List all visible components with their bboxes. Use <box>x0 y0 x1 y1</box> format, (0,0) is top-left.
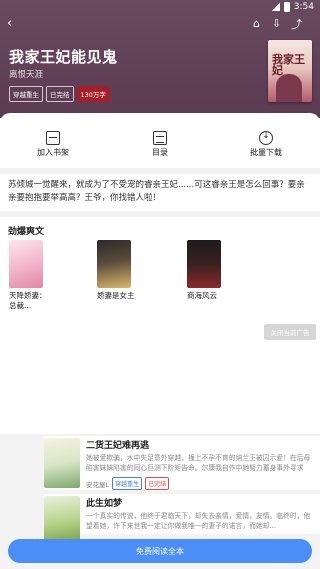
home-icon[interactable]: ⌂ <box>250 17 263 30</box>
add-to-shelf-button[interactable]: 加入书架 <box>18 131 88 158</box>
list-item-meta: 安花屋L 穿越重生 已完结 <box>86 477 170 490</box>
recommend-section-title: 劲爆爽文 <box>8 227 45 237</box>
list-item-desc: 她被爱欺骗，水中失足意外穿越，撞上不孕不育的纳兰王被囚示爱！在后母陷害妹妹陷害的… <box>86 454 311 472</box>
recommend-cover <box>97 240 131 288</box>
catalog-button[interactable]: 目录 <box>125 131 195 158</box>
batch-download-label: 批量下载 <box>250 148 282 157</box>
ad-area <box>0 345 320 437</box>
list-item-tag: 穿越重生 <box>112 477 143 490</box>
catalog-label: 目录 <box>152 148 168 157</box>
share-icon[interactable]: ⤴ <box>290 17 303 31</box>
cover-title-art: 我家王妃 <box>272 53 305 77</box>
recommend-book-2[interactable]: 娇妻是女主 <box>97 240 137 301</box>
recommend-cover <box>187 240 221 288</box>
recommend-book-3[interactable]: 商海风云 <box>187 240 239 301</box>
recommend-book-1[interactable]: 天降娇妻：总裁... <box>9 240 49 311</box>
bookshelf-icon <box>46 131 60 145</box>
action-bar: 加入书架 目录 批量下载 <box>0 131 320 163</box>
tag-wordcount: 130万字 <box>76 86 110 102</box>
signal-icon <box>270 3 280 11</box>
book-author[interactable]: 离恨天涯 <box>9 68 43 80</box>
book-title: 我家王妃能见鬼 <box>9 48 118 66</box>
list-item-cover <box>44 438 80 488</box>
batch-download-button[interactable]: 批量下载 <box>231 131 301 158</box>
list-item[interactable]: 二货王妃难再逃 她被爱欺骗，水中失足意外穿越，撞上不孕不育的纳兰王被囚示爱！在后… <box>44 436 320 490</box>
tag-category[interactable]: 穿越重生 <box>9 86 43 102</box>
recommend-name: 天降娇妻：总裁... <box>9 291 47 310</box>
card-top <box>0 113 320 125</box>
battery-icon <box>283 2 290 12</box>
book-intro[interactable]: 苏倾城一觉醒来，就成为了不受宠的睿亲王妃......可这睿亲王是怎么回事？要亲亲… <box>8 179 312 205</box>
list-item[interactable]: 此生如梦 一个真实的传说，他终于君临天下，却失去亲情，爱情，友情。临终时，他望着… <box>44 494 320 546</box>
list-item-author: 安花屋L <box>86 480 110 489</box>
status-time: 3:54 <box>293 2 314 12</box>
free-read-button[interactable]: 免费阅读全本 <box>8 539 312 563</box>
cloud-download-icon <box>259 131 273 145</box>
book-tags: 穿越重生 已完结 130万字 <box>9 86 110 102</box>
download-icon[interactable]: ⇩ <box>270 17 283 30</box>
recommend-name: 商海风云 <box>187 291 217 300</box>
book-header: 3:54 ‹ ⌂ ⇩ ⤴ 我家王妃能见鬼 离恨天涯 穿越重生 已完结 130万字… <box>0 0 320 118</box>
section-divider <box>0 168 320 174</box>
recommend-name: 娇妻是女主 <box>97 291 135 300</box>
add-to-shelf-label: 加入书架 <box>37 148 69 157</box>
book-cover: 我家王妃 <box>268 40 312 102</box>
close-ad-button[interactable]: 关闭当前广告 <box>264 324 316 340</box>
cover-figure <box>276 74 302 102</box>
tag-status: 已完结 <box>46 86 74 102</box>
recommend-cover <box>9 240 43 288</box>
list-item-title: 此生如梦 <box>86 499 123 509</box>
list-item-title: 二货王妃难再逃 <box>86 441 150 451</box>
catalog-icon <box>153 131 167 145</box>
back-icon[interactable]: ‹ <box>7 17 12 30</box>
list-item-tag: 已完结 <box>145 477 170 490</box>
section-divider <box>0 211 320 217</box>
list-item-desc: 一个真实的传说，他终于君临天下，却失去亲情，爱情，友情。临终时，他望着她，许下来… <box>86 512 311 530</box>
status-bar: 3:54 <box>0 0 320 14</box>
